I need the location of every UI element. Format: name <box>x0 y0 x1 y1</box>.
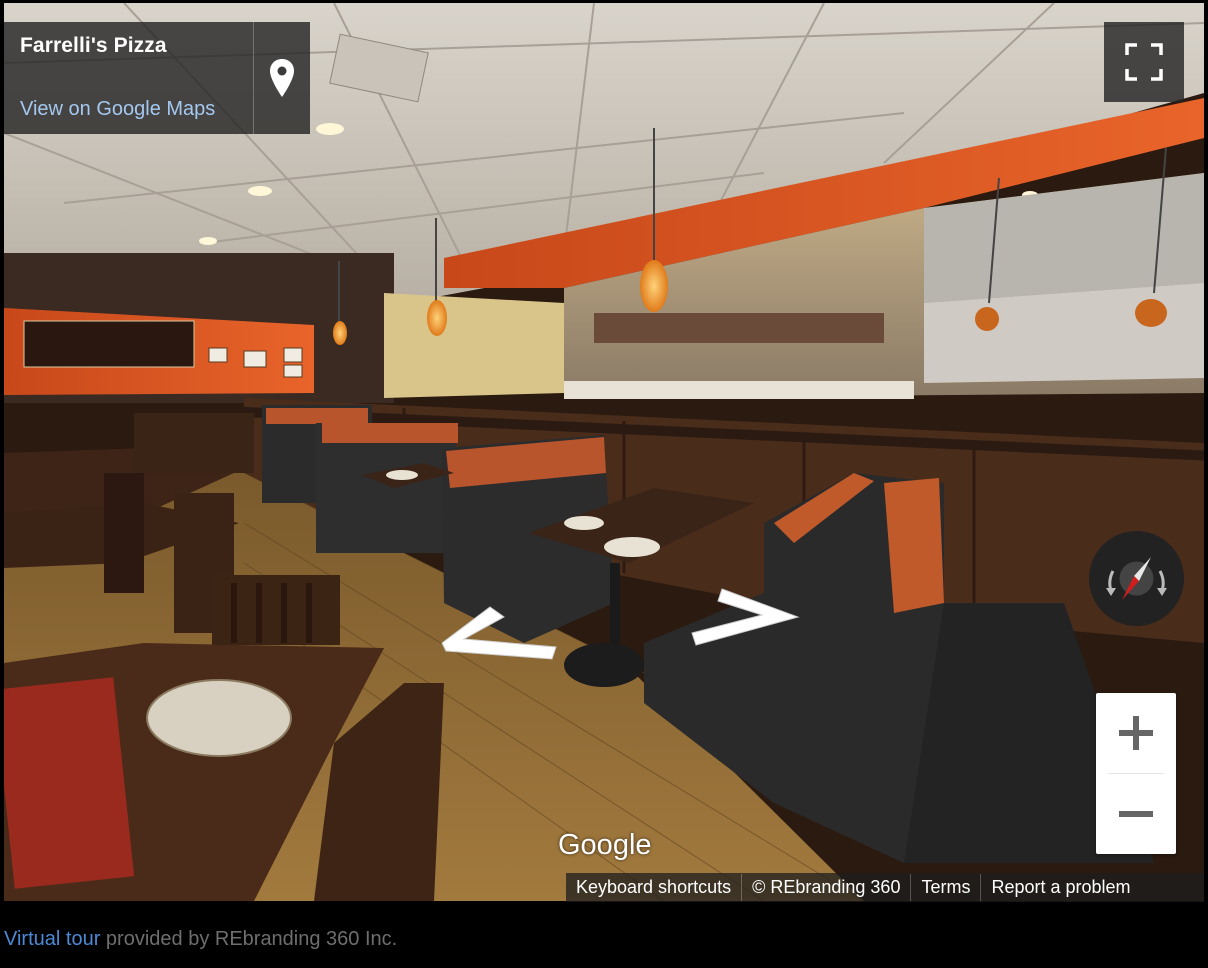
street-view-panorama[interactable]: Google <box>4 3 1204 901</box>
attribution-bar: Keyboard shortcuts © REbranding 360 Term… <box>566 873 1204 902</box>
nav-right-arrow[interactable] <box>688 587 808 649</box>
fullscreen-icon <box>1125 43 1163 81</box>
zoom-control <box>1096 693 1176 854</box>
terms-link[interactable]: Terms <box>911 877 980 898</box>
compass-icon <box>1106 557 1167 600</box>
place-info: Farrelli's Pizza View on Google Maps <box>4 22 253 134</box>
virtual-tour-link[interactable]: Virtual tour <box>4 928 100 950</box>
plus-icon <box>1119 716 1153 750</box>
zoom-in-button[interactable] <box>1096 693 1176 773</box>
copyright-text: © REbranding 360 <box>752 877 901 897</box>
provided-by-text: provided by REbranding 360 Inc. <box>100 928 398 950</box>
place-name: Farrelli's Pizza <box>20 34 167 57</box>
map-pin-button[interactable] <box>253 22 310 134</box>
tour-caption: Virtual tour provided by REbranding 360 … <box>4 928 397 951</box>
map-pin-icon <box>270 59 294 97</box>
fullscreen-button[interactable] <box>1104 22 1184 102</box>
keyboard-shortcuts-link[interactable]: Keyboard shortcuts <box>566 877 741 898</box>
compass-control[interactable] <box>1089 531 1184 626</box>
google-logo: Google <box>558 829 652 861</box>
minus-icon <box>1119 811 1153 817</box>
report-problem-link[interactable]: Report a problem <box>981 877 1140 898</box>
view-on-google-maps-link[interactable]: View on Google Maps <box>20 98 215 121</box>
nav-left-arrow[interactable] <box>434 603 564 663</box>
restaurant-interior-image <box>4 3 1204 901</box>
place-info-card: Farrelli's Pizza View on Google Maps <box>4 22 310 134</box>
zoom-out-button[interactable] <box>1096 774 1176 854</box>
